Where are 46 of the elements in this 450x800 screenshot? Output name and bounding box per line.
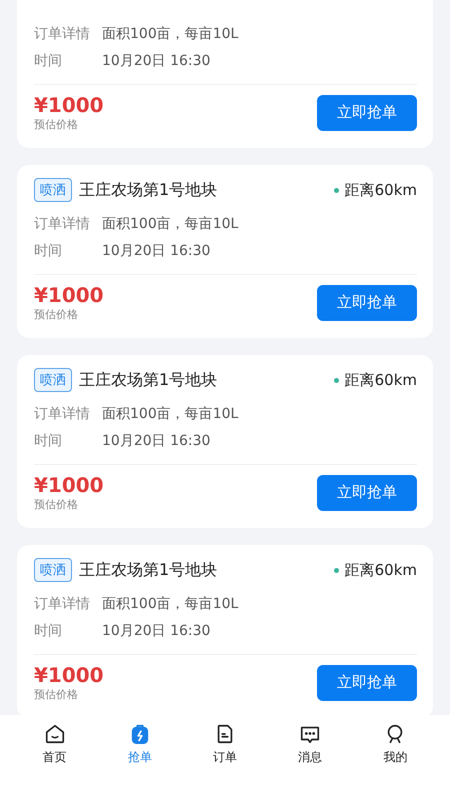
time-label: 时间: [34, 242, 63, 260]
price: ¥1000: [34, 93, 104, 117]
price: ¥1000: [34, 283, 104, 307]
status-dot: [334, 188, 339, 192]
tab[interactable]: 我的: [365, 723, 426, 800]
order-title: 王庄农场第1号地块: [79, 370, 218, 390]
detail-label: 订单详情: [34, 24, 91, 42]
order-title: 王庄农场第1号地块: [79, 560, 218, 580]
price-label: 预估价格: [34, 687, 79, 702]
time-value: 10月20日 16:30: [102, 52, 210, 70]
home-icon: [44, 723, 66, 745]
grab-order-button[interactable]: 立即抢单: [317, 284, 417, 320]
time-value: 10月20日 16:30: [102, 622, 210, 640]
order-title: 王庄农场第1号地块: [79, 180, 218, 200]
detail-value: 面积100亩，每亩10L: [102, 214, 238, 232]
status-dot: [334, 378, 339, 382]
price-label: 预估价格: [34, 307, 79, 322]
detail-value: 面积100亩，每亩10L: [102, 24, 238, 42]
price: ¥1000: [34, 473, 104, 497]
price-label: 预估价格: [34, 497, 79, 512]
distance: 距离60km: [344, 180, 417, 200]
time-value: 10月20日 16:30: [102, 432, 210, 450]
distance: 距离60km: [344, 560, 417, 580]
grab-order-button[interactable]: 立即抢单: [317, 474, 417, 510]
tag: 喷洒: [34, 178, 72, 202]
detail-label: 订单详情: [34, 594, 91, 612]
detail-value: 面积100亩，每亩10L: [102, 594, 238, 612]
time-value: 10月20日 16:30: [102, 242, 210, 260]
tab[interactable]: 消息: [280, 723, 340, 800]
detail-label: 订单详情: [34, 214, 91, 232]
distance: 距离60km: [344, 370, 417, 390]
time-label: 时间: [34, 432, 63, 450]
tab[interactable]: 订单: [194, 723, 255, 800]
tag: 喷洒: [34, 368, 72, 392]
price-label: 预估价格: [34, 117, 79, 132]
time-label: 时间: [34, 52, 63, 70]
time-label: 时间: [34, 622, 63, 640]
detail-label: 订单详情: [34, 404, 91, 422]
tab[interactable]: 首页: [24, 723, 85, 800]
grab-order-button[interactable]: 立即抢单: [317, 94, 417, 130]
price: ¥1000: [34, 663, 104, 687]
tag: 喷洒: [34, 558, 72, 582]
detail-value: 面积100亩，每亩10L: [102, 404, 238, 422]
status-dot: [334, 568, 339, 572]
tab[interactable]: 抢单: [110, 723, 170, 800]
grab-order-button[interactable]: 立即抢单: [317, 664, 417, 700]
